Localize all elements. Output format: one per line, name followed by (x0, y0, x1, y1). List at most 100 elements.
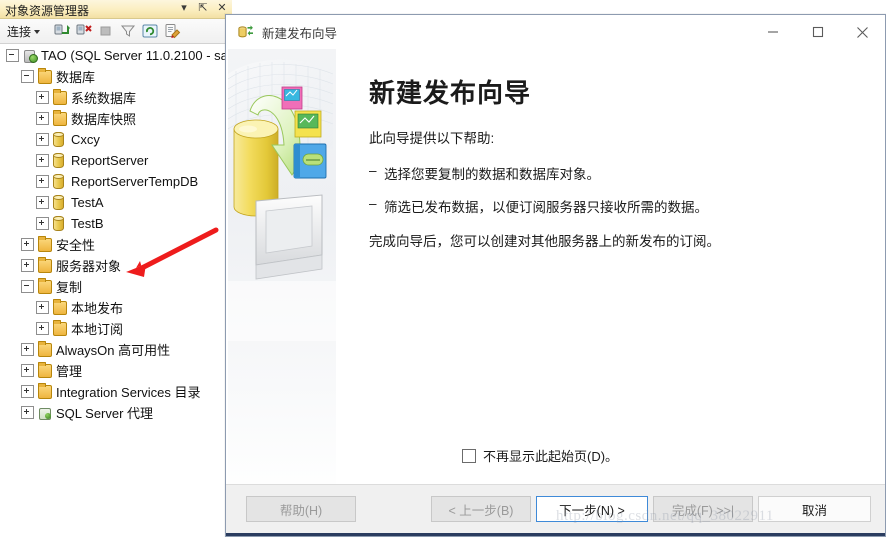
connect-label: 连接 (7, 24, 32, 39)
tree-node[interactable]: ReportServer (0, 150, 231, 171)
expand-icon[interactable] (36, 175, 49, 188)
refresh-icon[interactable] (141, 22, 159, 40)
script-icon[interactable] (163, 22, 181, 40)
expand-icon[interactable] (36, 154, 49, 167)
disconnect-icon[interactable] (75, 22, 93, 40)
expand-icon[interactable] (21, 406, 34, 419)
tree-node-label: Cxcy (71, 132, 100, 147)
bullet-item: 筛选已发布数据，以便订阅服务器只接收所需的数据。 (369, 196, 871, 216)
closing-text: 完成向导后，您可以创建对其他服务器上的新发布的订阅。 (369, 233, 720, 249)
expand-icon[interactable] (36, 112, 49, 125)
expand-icon[interactable] (36, 133, 49, 146)
window-controls (750, 15, 885, 49)
tree-node[interactable]: SQL Server 代理 (0, 402, 231, 423)
pin-icon[interactable]: ⇱ (197, 1, 209, 16)
tree-node-label: 管理 (56, 364, 83, 379)
help-button[interactable]: 帮助(H) (246, 496, 356, 522)
tree-node[interactable]: Integration Services 目录 (0, 381, 231, 402)
tree-node-label: ReportServer (71, 153, 149, 168)
stop-icon (97, 22, 115, 40)
tree-node-label: 复制 (56, 280, 83, 295)
wizard-content: 新建发布向导 此向导提供以下帮助: 选择您要复制的数据和数据库对象。 筛选已发布… (369, 49, 871, 485)
expand-icon[interactable] (21, 364, 34, 377)
tree-node[interactable]: 复制 (0, 276, 231, 297)
object-explorer-panel: 对象资源管理器 ▾ ⇱ ✕ 连接 TAO (SQL Server 11.0.21… (0, 0, 232, 537)
tree-node-label: 数据库 (56, 70, 96, 85)
tree-node-label: 系统数据库 (71, 91, 137, 106)
tree-node[interactable]: 管理 (0, 360, 231, 381)
tree-node[interactable]: 本地发布 (0, 297, 231, 318)
folder-icon (38, 340, 52, 357)
expand-icon[interactable] (36, 322, 49, 335)
tree-node[interactable]: 数据库快照 (0, 108, 231, 129)
tree-node-label: TestB (71, 216, 104, 231)
tree-node-label: 数据库快照 (71, 112, 137, 127)
database-icon (53, 132, 67, 147)
tree-node[interactable]: 服务器对象 (0, 255, 231, 276)
folder-icon (53, 298, 67, 315)
minimize-button[interactable] (750, 15, 795, 49)
bullet-item: 选择您要复制的数据和数据库对象。 (369, 163, 871, 183)
expand-icon[interactable] (21, 259, 34, 272)
tree-node-label: AlwaysOn 高可用性 (56, 343, 171, 358)
collapse-icon[interactable] (21, 280, 34, 293)
filter-icon[interactable] (119, 22, 137, 40)
server-icon (23, 49, 38, 63)
replication-icon (237, 24, 254, 41)
tree-node-label: TAO (SQL Server 11.0.2100 - sa) (41, 48, 231, 63)
tree-node[interactable]: TestB (0, 213, 231, 234)
close-button[interactable] (840, 15, 885, 49)
expand-icon[interactable] (36, 196, 49, 209)
folder-icon (38, 361, 52, 378)
object-explorer-toolbar: 连接 (0, 19, 231, 44)
tree-node-label: 本地发布 (71, 301, 124, 316)
tree-node-label: Integration Services 目录 (56, 385, 201, 400)
tree-node-label: TestA (71, 195, 104, 210)
expand-icon[interactable] (21, 385, 34, 398)
hide-start-page-checkbox[interactable] (462, 448, 476, 463)
tree-node[interactable]: 安全性 (0, 234, 231, 255)
tree-node[interactable]: 数据库 (0, 66, 231, 87)
tree-node-label: ReportServerTempDB (71, 174, 199, 189)
connect-dropdown-button[interactable]: 连接 (4, 22, 43, 41)
expand-icon[interactable] (21, 238, 34, 251)
maximize-button[interactable] (795, 15, 840, 49)
finish-button[interactable]: 完成(F) >>| (653, 496, 753, 522)
expand-icon[interactable] (36, 217, 49, 230)
next-button[interactable]: 下一步(N) > (536, 496, 648, 522)
dropdown-icon[interactable]: ▾ (178, 1, 190, 16)
database-icon (53, 153, 67, 168)
wizard-window-title: 新建发布向导 (262, 26, 338, 41)
hide-start-page-checkbox-row[interactable]: 不再显示此起始页(D)。 (462, 446, 618, 465)
expand-icon[interactable] (36, 301, 49, 314)
intro-text: 此向导提供以下帮助: (369, 131, 495, 146)
tree-node[interactable]: TestA (0, 192, 231, 213)
wizard-body: 新建发布向导 此向导提供以下帮助: 选择您要复制的数据和数据库对象。 筛选已发布… (226, 49, 885, 504)
wizard-titlebar: 新建发布向导 (226, 15, 885, 49)
tree-node[interactable]: AlwaysOn 高可用性 (0, 339, 231, 360)
expand-icon[interactable] (21, 343, 34, 356)
collapse-icon[interactable] (21, 70, 34, 83)
object-explorer-tree[interactable]: TAO (SQL Server 11.0.2100 - sa) 数据库系统数据库数… (0, 45, 231, 537)
expand-icon[interactable] (36, 91, 49, 104)
tree-node[interactable]: 系统数据库 (0, 87, 231, 108)
replication-illustration (228, 49, 336, 504)
tree-node[interactable]: ReportServerTempDB (0, 171, 231, 192)
new-publication-wizard-dialog: 新建发布向导 新建发布向导 此向导提供以下帮助: – 选择您要复制的数据和数据库… (225, 14, 886, 537)
tree-node[interactable]: TAO (SQL Server 11.0.2100 - sa) (0, 45, 231, 66)
object-explorer-title: 对象资源管理器 (5, 4, 90, 18)
folder-icon (53, 88, 67, 105)
chevron-down-icon (34, 30, 41, 34)
tree-node[interactable]: Cxcy (0, 129, 231, 150)
previous-button[interactable]: < 上一步(B) (431, 496, 531, 522)
cancel-button[interactable]: 取消 (758, 496, 871, 522)
folder-icon (38, 256, 52, 273)
folder-icon (53, 109, 67, 126)
collapse-icon[interactable] (6, 49, 19, 62)
connect-icon[interactable] (53, 22, 71, 40)
folder-icon (38, 382, 52, 399)
footer-accent-bar (226, 533, 885, 536)
tree-node[interactable]: 本地订阅 (0, 318, 231, 339)
wizard-footer: 帮助(H) < 上一步(B) 下一步(N) > 完成(F) >>| 取消 htt… (226, 484, 885, 536)
